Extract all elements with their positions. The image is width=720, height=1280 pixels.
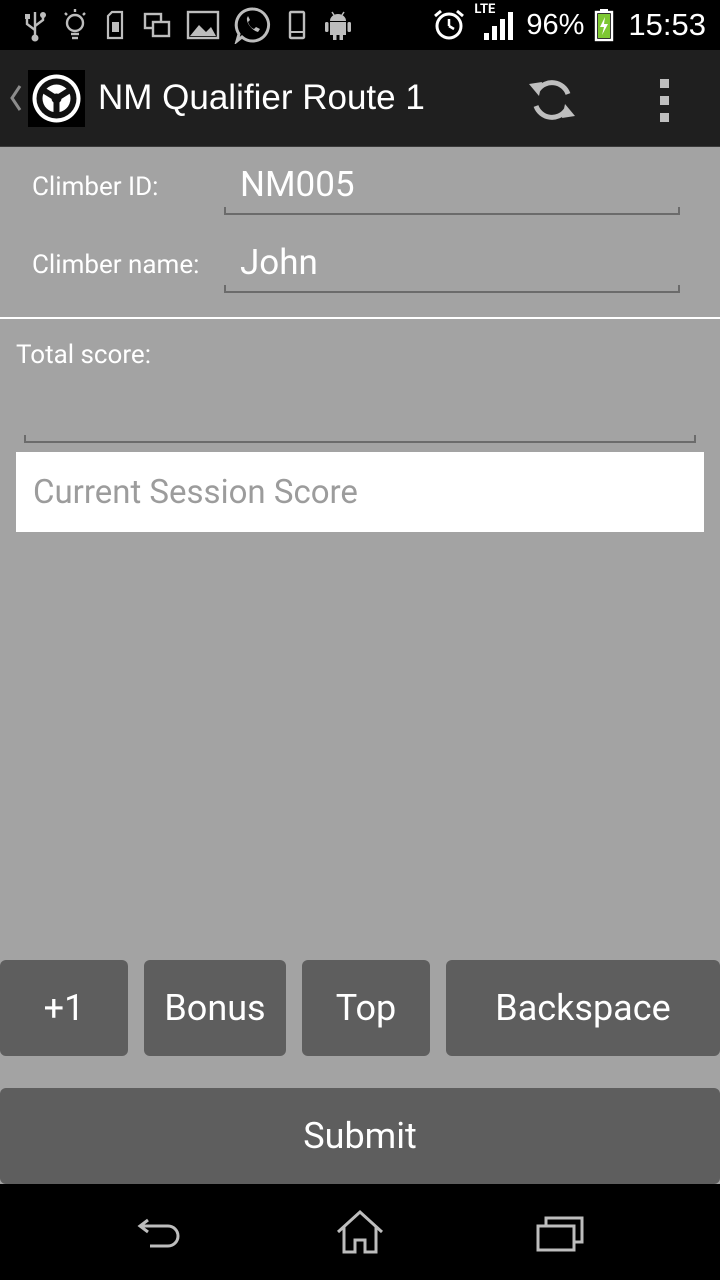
network-type-label: LTE [474,2,496,17]
phone-icon [286,8,308,42]
climber-name-label: Climber name: [32,250,200,280]
status-bar: LTE 96% 15:53 [0,0,720,50]
action-bar: NM Qualifier Route 1 [0,50,720,147]
battery-charging-icon [594,8,614,42]
climber-id-label: Climber ID: [32,172,159,202]
session-score-input[interactable] [16,452,704,532]
navigation-bar [0,1184,720,1280]
refresh-icon[interactable] [526,74,578,126]
lightbulb-icon [62,8,88,42]
bonus-button[interactable]: Bonus [144,960,286,1056]
overflow-menu-icon[interactable] [640,72,688,128]
signal-icon: LTE [474,2,516,42]
plus-one-button[interactable]: +1 [0,960,128,1056]
submit-button[interactable]: Submit [0,1088,720,1184]
app-logo[interactable] [28,70,85,127]
gallery-icon [186,8,220,42]
sd-transfer-icon [102,8,128,42]
alarm-clock-icon [432,8,466,42]
battery-percent: 96% [526,8,585,41]
total-score-underline [24,435,696,443]
climber-name-field[interactable]: John [224,242,680,283]
climber-id-underline [224,207,680,215]
whatsapp-icon [234,6,272,44]
top-button[interactable]: Top [302,960,430,1056]
back-icon[interactable] [130,1208,190,1258]
up-caret-icon[interactable] [6,78,26,118]
android-icon [322,8,354,42]
clock-time: 15:53 [628,7,706,42]
climber-name-underline [224,285,680,293]
screen-mirror-icon [142,8,172,42]
backspace-button[interactable]: Backspace [446,960,720,1056]
total-score-label: Total score: [16,340,152,370]
section-divider [0,317,720,319]
usb-icon [22,8,48,42]
recent-apps-icon[interactable] [530,1208,590,1258]
home-icon[interactable] [330,1208,390,1258]
climber-id-field[interactable]: NM005 [224,164,680,205]
page-title: NM Qualifier Route 1 [98,78,425,117]
